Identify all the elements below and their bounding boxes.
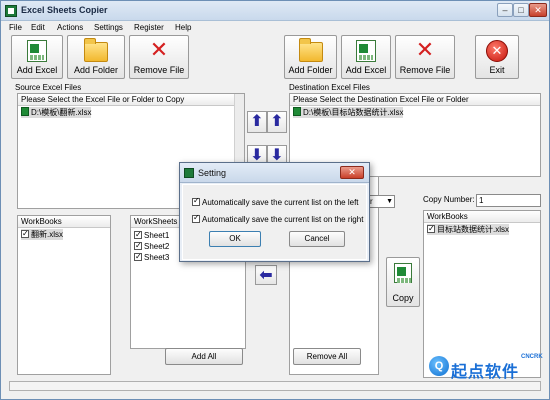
remove-file-right-button[interactable]: ✕ Remove File bbox=[395, 35, 455, 79]
cancel-button[interactable]: Cancel bbox=[289, 231, 345, 247]
watermark-logo-icon: Q bbox=[429, 356, 449, 376]
remove-all-button[interactable]: Remove All bbox=[293, 348, 361, 365]
excel-file-icon bbox=[21, 107, 29, 116]
menu-settings[interactable]: Settings bbox=[94, 23, 123, 32]
ok-button[interactable]: OK bbox=[209, 231, 261, 247]
minimize-button[interactable]: – bbox=[497, 3, 513, 17]
source-list-header: Please Select the Excel File or Folder t… bbox=[18, 94, 244, 106]
sheet-checkbox[interactable] bbox=[134, 251, 142, 262]
remove-x-icon: ✕ bbox=[149, 37, 169, 62]
left-arrow-icon: ⬅ bbox=[259, 267, 273, 284]
list-item[interactable]: 翻新.xlsx bbox=[21, 228, 63, 240]
up-arrow-icon: ⬆ bbox=[250, 113, 264, 130]
excel-icon bbox=[356, 40, 376, 62]
list-item[interactable]: D:\模板\翻新.xlsx bbox=[21, 107, 92, 118]
excel-icon bbox=[27, 40, 47, 62]
dialog-app-icon bbox=[184, 168, 194, 178]
dialog-close-button[interactable]: ✕ bbox=[340, 166, 364, 179]
watermark-subtext: CNCRK bbox=[521, 354, 543, 360]
excel-file-icon bbox=[293, 107, 301, 116]
move-up-right-button[interactable]: ⬆ bbox=[267, 111, 287, 133]
copy-button[interactable]: Copy bbox=[386, 257, 420, 307]
menu-edit[interactable]: Edit bbox=[31, 23, 45, 32]
list-item[interactable]: D:\模板\目标站数据统计.xlsx bbox=[293, 107, 404, 118]
position-select[interactable]: r ▼ bbox=[367, 195, 395, 208]
sheet-checkbox[interactable] bbox=[134, 229, 142, 240]
copy-number-label: Copy Number: bbox=[423, 195, 475, 204]
title-bar: Excel Sheets Copier – □ ✕ bbox=[1, 1, 549, 21]
save-right-checkbox[interactable] bbox=[192, 213, 200, 223]
up-arrow-icon: ⬆ bbox=[270, 113, 284, 130]
copy-number-input[interactable]: 1 bbox=[476, 194, 541, 207]
settings-dialog: Setting ✕ Automatically save the current… bbox=[179, 162, 370, 262]
workbooks-header: WorkBooks bbox=[424, 211, 540, 223]
list-item[interactable]: 目标站数据统计.xlsx bbox=[427, 223, 509, 235]
exit-button[interactable]: ✕ Exit bbox=[475, 35, 519, 79]
right-workbooks-list[interactable]: WorkBooks 目标站数据统计.xlsx bbox=[423, 210, 541, 378]
save-right-option[interactable]: Automatically save the current list on t… bbox=[192, 213, 363, 224]
status-bar bbox=[9, 381, 541, 391]
workbooks-header: WorkBooks bbox=[18, 216, 110, 228]
window-title: Excel Sheets Copier bbox=[21, 5, 108, 15]
add-excel-left-button[interactable]: Add Excel bbox=[11, 35, 63, 79]
save-left-checkbox[interactable] bbox=[192, 196, 200, 206]
folder-icon bbox=[298, 38, 323, 62]
main-window: Excel Sheets Copier – □ ✕ File Edit Acti… bbox=[0, 0, 550, 400]
maximize-button[interactable]: □ bbox=[513, 3, 529, 17]
dialog-body: Automatically save the current list on t… bbox=[182, 184, 367, 260]
list-item[interactable]: Sheet3 bbox=[134, 251, 169, 263]
destination-group-label: Destination Excel Files bbox=[289, 83, 370, 92]
destination-list-header: Please Select the Destination Excel File… bbox=[290, 94, 540, 106]
remove-x-icon: ✕ bbox=[415, 37, 435, 62]
menu-help[interactable]: Help bbox=[175, 23, 191, 32]
save-left-option[interactable]: Automatically save the current list on t… bbox=[192, 196, 359, 207]
app-icon bbox=[5, 5, 17, 17]
menu-file[interactable]: File bbox=[9, 23, 22, 32]
add-all-button[interactable]: Add All bbox=[165, 348, 243, 365]
sheet-checkbox[interactable] bbox=[134, 240, 142, 251]
menu-register[interactable]: Register bbox=[134, 23, 164, 32]
move-up-left-button[interactable]: ⬆ bbox=[247, 111, 267, 133]
exit-icon: ✕ bbox=[486, 40, 508, 62]
add-folder-left-button[interactable]: Add Folder bbox=[67, 35, 125, 79]
close-window-button[interactable]: ✕ bbox=[529, 3, 547, 17]
workbook-checkbox[interactable] bbox=[21, 228, 29, 239]
menu-bar: File Edit Actions Settings Register Help bbox=[1, 21, 549, 35]
dialog-title: Setting bbox=[198, 168, 227, 178]
excel-copy-icon bbox=[394, 263, 412, 283]
workbook-checkbox[interactable] bbox=[427, 223, 435, 234]
left-workbooks-list[interactable]: WorkBooks 翻新.xlsx bbox=[17, 215, 111, 375]
watermark-text: 起点软件 bbox=[451, 364, 520, 381]
add-excel-right-button[interactable]: Add Excel bbox=[341, 35, 391, 79]
dropdown-arrow-icon: ▼ bbox=[386, 198, 393, 205]
menu-actions[interactable]: Actions bbox=[57, 23, 83, 32]
folder-icon bbox=[84, 38, 108, 62]
add-folder-right-button[interactable]: Add Folder bbox=[284, 35, 337, 79]
source-group-label: Source Excel Files bbox=[15, 83, 82, 92]
move-left-button[interactable]: ⬅ bbox=[255, 265, 277, 285]
dialog-title-bar: Setting ✕ bbox=[180, 163, 369, 183]
remove-file-left-button[interactable]: ✕ Remove File bbox=[129, 35, 189, 79]
